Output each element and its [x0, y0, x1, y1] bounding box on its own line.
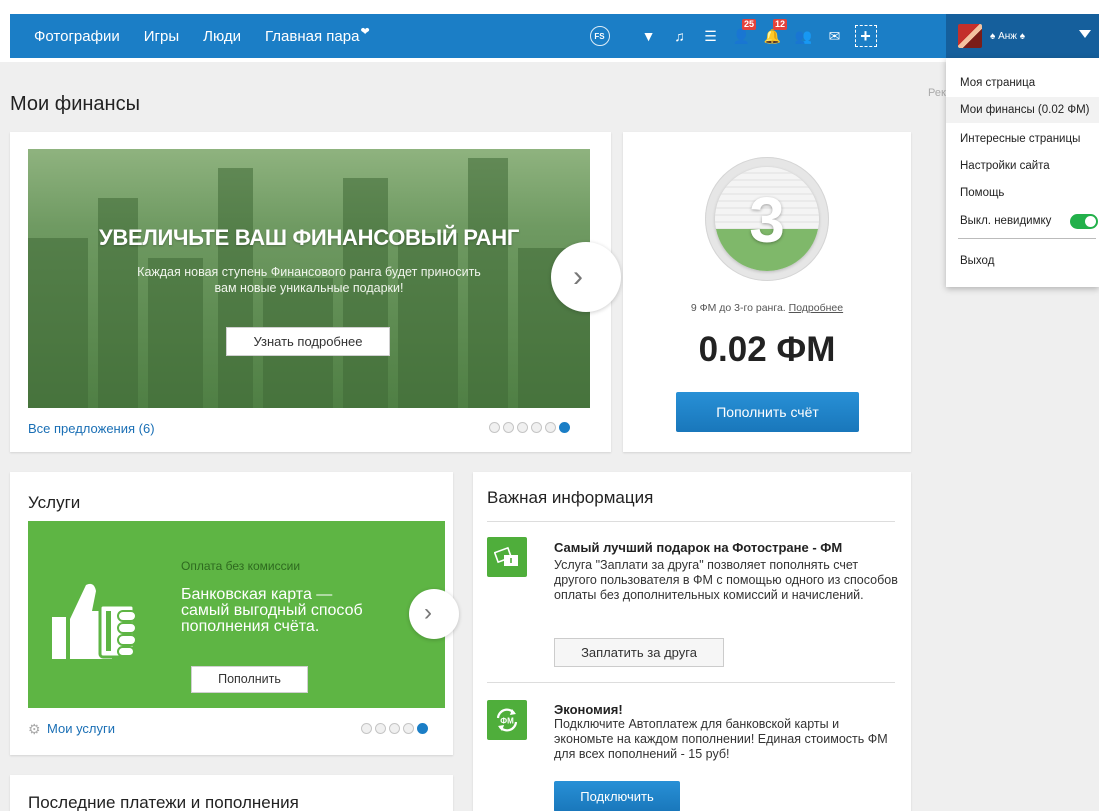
menu-divider	[958, 238, 1096, 239]
promo-next-button[interactable]: ›	[551, 242, 621, 312]
invisible-toggle-switch[interactable]	[1070, 214, 1098, 229]
all-offers-link[interactable]: Все предложения (6)	[28, 421, 155, 436]
services-small-text: Оплата без комиссии	[181, 559, 301, 573]
rank-note-text: 9 ФМ до 3-го ранга.	[690, 302, 786, 314]
money-gift-icon	[494, 546, 518, 566]
promo-slide-dot[interactable]	[517, 422, 528, 433]
divider	[487, 521, 895, 522]
info-item-body: Подключите Автоплатеж для банковской кар…	[554, 717, 888, 761]
topup-account-button[interactable]: Пополнить счёт	[676, 392, 859, 432]
rank-details-link[interactable]: Подробнее	[789, 302, 843, 314]
heart-icon: ❤	[360, 25, 370, 38]
important-info-card: Важная информация Самый лучший подарок н…	[473, 472, 911, 811]
cycle-fm-icon: ФМ	[496, 708, 518, 732]
user-name: ♠ Анж ♠	[990, 30, 1026, 42]
main-navbar: Фотографии Игры Люди Главная пара❤ FS ▼ …	[10, 14, 1099, 58]
info-item-heading: Самый лучший подарок на Фотостране - ФМ	[554, 540, 843, 555]
fs-badge-button[interactable]: FS	[584, 14, 615, 58]
music-icon[interactable]: ♫	[664, 14, 695, 58]
services-next-button[interactable]: ›	[409, 589, 459, 639]
plus-icon: +	[854, 25, 877, 47]
services-slide-dot[interactable]	[375, 723, 386, 734]
menu-item-interesting-pages[interactable]: Интересные страницы	[946, 126, 1099, 152]
fs-badge-icon: FS	[589, 26, 610, 46]
promo-title: УВЕЛИЧЬТЕ ВАШ ФИНАНСОВЫЙ РАНГ	[98, 225, 519, 250]
chevron-down-icon	[1079, 30, 1091, 38]
balance-amount: 0.02 ФМ	[698, 330, 836, 369]
divider	[487, 682, 895, 683]
menu-item-site-settings[interactable]: Настройки сайта	[946, 153, 1099, 179]
promo-slide-dot[interactable]	[489, 422, 500, 433]
rank-number: 3	[749, 184, 785, 256]
promo-banner: УВЕЛИЧЬТЕ ВАШ ФИНАНСОВЫЙ РАНГ Каждая нов…	[28, 149, 590, 408]
services-slide-dot[interactable]	[389, 723, 400, 734]
info-title: Важная информация	[487, 488, 654, 507]
menu-item-logout[interactable]: Выход	[946, 248, 1099, 274]
nav-games-link[interactable]: Игры	[144, 28, 179, 45]
info-item-heading: Экономия!	[554, 702, 623, 717]
rank-note: 9 ФМ до 3-го ранга. Подробнее	[623, 302, 911, 314]
learn-more-button[interactable]: Узнать подробнее	[226, 327, 390, 356]
guests-icon[interactable]: 👥	[788, 14, 819, 58]
promo-slide-dot[interactable]	[531, 422, 542, 433]
menu-item-my-page[interactable]: Моя страница	[946, 70, 1099, 96]
thumbs-up-card-icon	[52, 583, 137, 659]
nav-people-link[interactable]: Люди	[203, 28, 241, 45]
nav-icon-group: FS ▼ ♫ ☰ 👤 25 🔔 12 👥 ✉ +	[584, 14, 881, 58]
avatar	[958, 24, 982, 48]
promo-card: УВЕЛИЧЬТЕ ВАШ ФИНАНСОВЫЙ РАНГ Каждая нов…	[10, 132, 621, 452]
user-menu-toggle[interactable]: ♠ Анж ♠	[946, 14, 1099, 58]
messages-envelope-icon[interactable]: ✉	[819, 14, 850, 58]
top-bar: Фотографии Игры Люди Главная пара❤ FS ▼ …	[0, 0, 1099, 62]
invisible-toggle-label: Выкл. невидимку	[960, 215, 1052, 227]
gear-icon: ⚙	[28, 721, 41, 737]
promo-subtitle: Каждая новая ступень Финансового ранга б…	[137, 265, 481, 295]
nav-main-pair-label: Главная пара	[265, 27, 360, 45]
nav-main-pair-link[interactable]: Главная пара❤	[265, 25, 370, 45]
menu-item-help[interactable]: Помощь	[946, 180, 1099, 206]
menu-item-invisible-toggle[interactable]: Выкл. невидимку	[946, 208, 1099, 234]
payments-title: Последние платежи и пополнения	[28, 793, 299, 811]
ad-label: Рек	[928, 87, 946, 99]
chevron-right-icon: ›	[424, 599, 432, 626]
services-slide-dot[interactable]	[361, 723, 372, 734]
fm-icon-text: ФМ	[500, 717, 514, 726]
rank-progress-circle: 3	[715, 167, 819, 271]
services-title: Услуги	[28, 493, 81, 512]
services-pagination	[361, 723, 428, 734]
gift-card-icon	[487, 537, 527, 577]
promo-slide-dot[interactable]	[559, 422, 570, 433]
info-item-body: Услуга "Заплати за друга" позволяет попо…	[554, 558, 898, 602]
promo-slide-dot[interactable]	[503, 422, 514, 433]
nav-photos-link[interactable]: Фотографии	[34, 28, 120, 45]
promo-pagination	[489, 422, 570, 433]
services-banner: Оплата без комиссии Банковская карта — с…	[28, 521, 445, 708]
promo-slide-dot[interactable]	[545, 422, 556, 433]
vip-diamond-icon[interactable]: ▼	[633, 14, 664, 58]
rank-badge: 3	[705, 157, 829, 281]
services-topup-button[interactable]: Пополнить	[191, 666, 308, 693]
menu-item-my-finances[interactable]: Мои финансы (0.02 ФМ)	[946, 97, 1099, 123]
events-count-badge: 12	[772, 19, 787, 30]
page-title: Мои финансы	[10, 93, 140, 115]
feed-list-icon[interactable]: ☰	[695, 14, 726, 58]
friends-requests-icon[interactable]: 👤 25	[726, 14, 757, 58]
my-services-link[interactable]: Мои услуги	[47, 721, 115, 736]
services-card: Услуги Оплата без комиссии Банковская ка…	[10, 472, 459, 755]
chevron-right-icon: ›	[573, 260, 583, 293]
autopay-icon: ФМ	[487, 700, 527, 740]
pay-for-friend-button[interactable]: Заплатить за друга	[554, 638, 724, 667]
add-plus-button[interactable]: +	[850, 14, 881, 58]
services-slide-dot[interactable]	[403, 723, 414, 734]
friends-count-badge: 25	[741, 19, 756, 30]
services-slide-dot[interactable]	[417, 723, 428, 734]
payments-card: Последние платежи и пополнения	[10, 775, 453, 811]
services-big-text: Банковская карта — самый выгодный способ…	[181, 586, 363, 635]
notifications-bell-icon[interactable]: 🔔 12	[757, 14, 788, 58]
connect-autopay-button[interactable]: Подключить	[554, 781, 680, 811]
user-dropdown-menu: Моя страница Мои финансы (0.02 ФМ) Интер…	[946, 58, 1099, 287]
balance-card: 3 9 ФМ до 3-го ранга. Подробнее 0.02 ФМ …	[623, 132, 911, 452]
